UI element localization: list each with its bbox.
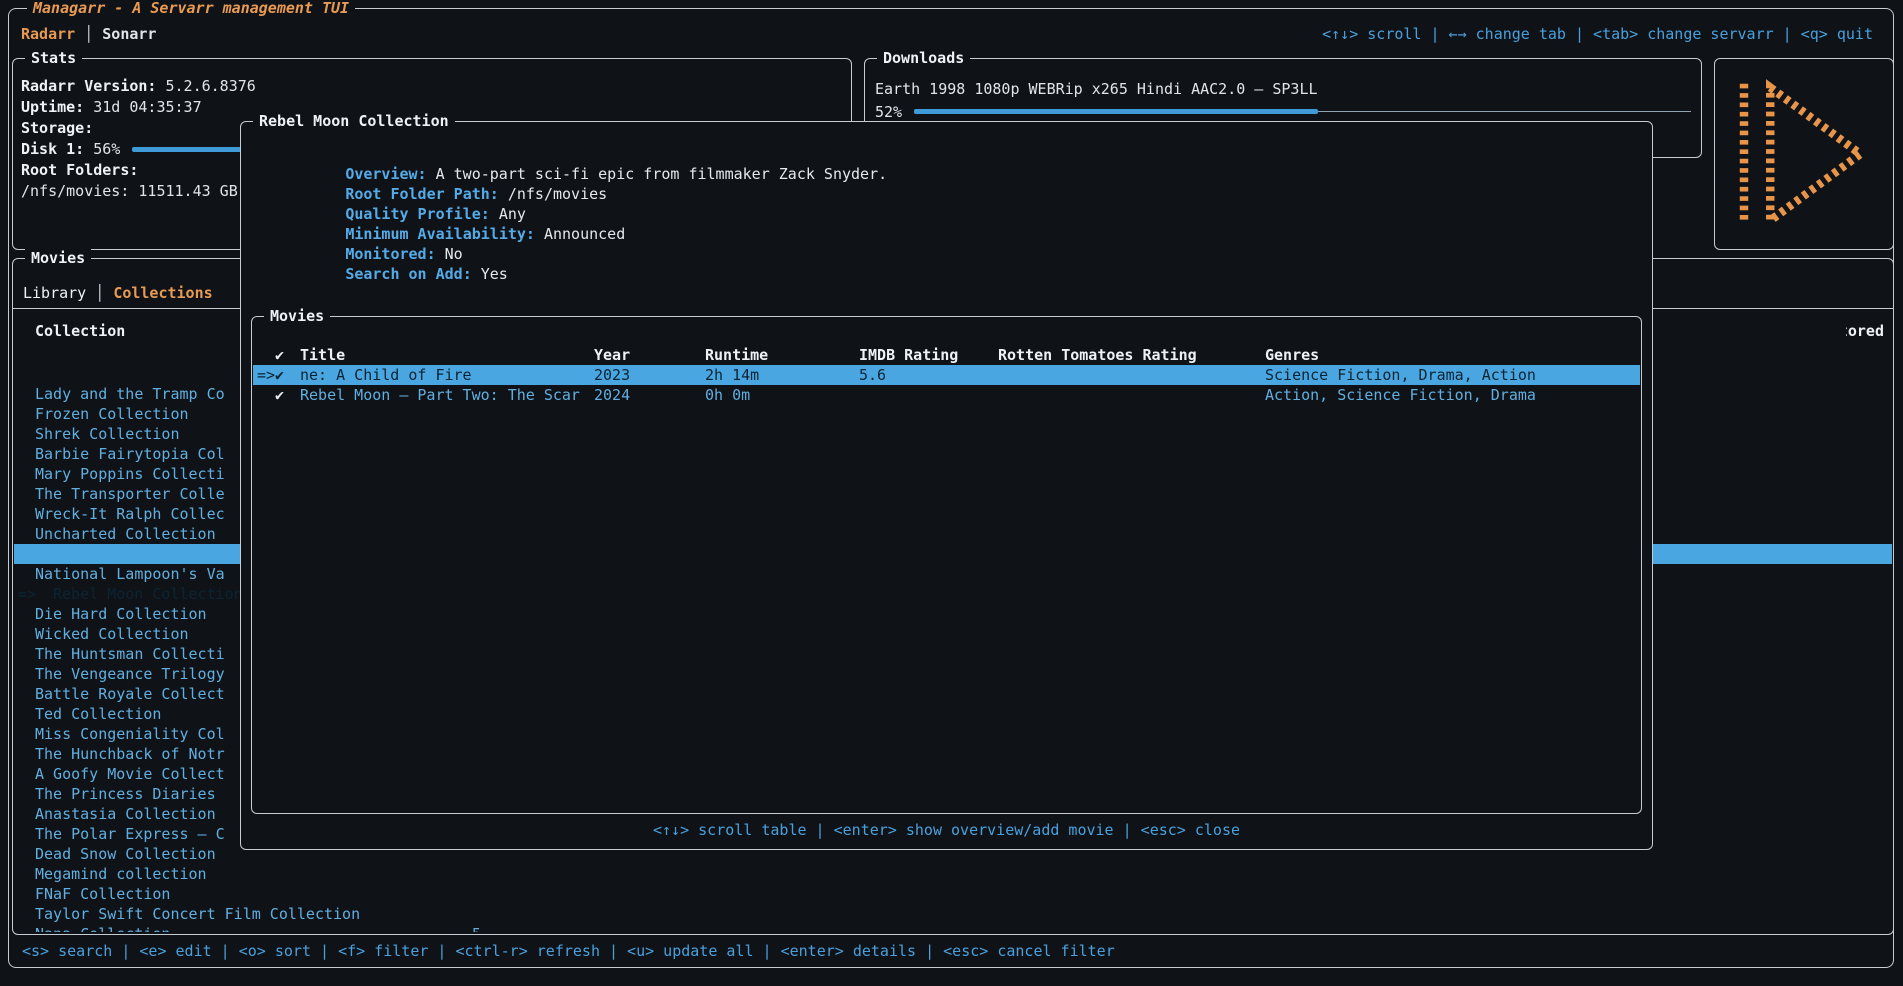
collection-movies-panel: Movies ✔ Title Year Runtime IMDB Rating …: [251, 316, 1642, 814]
detail-field-value: /nfs/movies: [508, 185, 607, 203]
download-progress-row: 52%: [875, 101, 1691, 122]
download-item-title: Earth 1998 1080p WEBRip x265 Hindi AAC2.…: [875, 79, 1691, 100]
movie-row[interactable]: => ✔ ne: A Child of Fire 2023 2h 14m 5.6…: [253, 365, 1640, 385]
download-percent-text: 52%: [875, 103, 902, 121]
selection-arrow: =>: [257, 365, 275, 385]
detail-field-value: Yes: [481, 265, 508, 283]
disk-spacer: [84, 139, 93, 160]
collection-movies-title: Movies: [264, 306, 330, 326]
movie-runtime: 0h 0m: [705, 385, 750, 405]
check-icon: ✔: [275, 345, 284, 365]
header-monitored: Monitored: [1846, 321, 1884, 341]
movie-imdb-rating: 5.6: [859, 365, 886, 385]
downloads-panel-title: Downloads: [877, 48, 970, 68]
detail-field-value: Any: [499, 205, 526, 223]
tab-collections[interactable]: Collections: [113, 283, 212, 304]
movie-title: ne: A Child of Fire: [300, 365, 472, 385]
detail-field-value: No: [445, 245, 463, 263]
movies-panel-title: Movies: [25, 248, 91, 268]
header-genres: Genres: [1265, 345, 1319, 365]
root-folders-label: Root Folders:: [21, 160, 138, 181]
disk-label: Disk 1:: [21, 139, 84, 160]
tab-library[interactable]: Library: [23, 283, 86, 304]
movie-year: 2023: [594, 365, 630, 385]
movie-genres: Science Fiction, Drama, Action: [1265, 365, 1536, 385]
version-label: Radarr Version:: [21, 76, 156, 97]
managarr-tui-screen: Managarr - A Servarr management TUI Rada…: [0, 0, 1903, 986]
movies-tab-separator: │: [86, 283, 113, 304]
movie-runtime: 2h 14m: [705, 365, 759, 385]
header-year: Year: [594, 345, 630, 365]
detail-field-value: A two-part sci-fi epic from filmmaker Za…: [436, 165, 888, 183]
check-icon: ✔: [275, 365, 284, 385]
detail-field-label: Minimum Availability:: [345, 225, 535, 243]
movies-table-header: ✔ Title Year Runtime IMDB Rating Rotten …: [253, 345, 1640, 365]
header-runtime: Runtime: [705, 345, 768, 365]
storage-label: Storage:: [21, 118, 93, 139]
uptime-label: Uptime:: [21, 97, 84, 118]
collection-detail-fields: Overview: A two-part sci-fi epic from fil…: [255, 144, 887, 264]
modal-title: Rebel Moon Collection: [253, 111, 455, 131]
root-folder-value: /nfs/movies: 11511.43 GB: [21, 181, 238, 202]
tab-separator2: [93, 24, 102, 45]
header-title: Title: [300, 345, 345, 365]
managarr-logo: [1729, 74, 1879, 234]
stats-version-line: Radarr Version: 5.2.6.8376: [21, 76, 843, 97]
version-value: 5.2.6.8376: [166, 76, 256, 97]
uptime-value: 31d 04:35:37: [93, 97, 201, 118]
detail-field-label: Root Folder Path:: [345, 185, 499, 203]
app-title: Managarr - A Servarr management TUI: [27, 0, 355, 18]
logo-panel: [1714, 58, 1894, 250]
version-spacer: [156, 76, 165, 97]
detail-field-label: Quality Profile:: [345, 205, 490, 223]
download-progress-gauge: [914, 109, 1691, 114]
collection-row[interactable]: => Miraculous Collection 2 /nfs/movies A…: [14, 904, 1892, 924]
footer-keybinding-help: <s> search | <e> edit | <o> sort | <f> f…: [22, 941, 1115, 961]
stats-panel-title: Stats: [25, 48, 82, 68]
detail-field-value: Announced: [544, 225, 625, 243]
global-keybinding-help: <↑↓> scroll | ←→ change tab | <tab> chan…: [1322, 24, 1873, 45]
collection-row[interactable]: => Taylor Swift Concert Film Collection …: [14, 864, 1892, 884]
modal-keybinding-help: <↑↓> scroll table | <enter> show overvie…: [241, 820, 1652, 840]
detail-field-label: Monitored:: [345, 245, 435, 263]
collection-row[interactable]: => Nana Collection 2 /nfs/movies Any Yes: [14, 884, 1892, 904]
collection-movie-count: 5: [472, 924, 481, 932]
tab-separator: [75, 24, 84, 45]
detail-field-label: Search on Add:: [345, 265, 471, 283]
movie-year: 2024: [594, 385, 630, 405]
header-rotten-tomatoes-rating: Rotten Tomatoes Rating: [998, 345, 1197, 365]
disk-percent-text: 56%: [93, 139, 120, 160]
header-collection: Collection: [35, 321, 125, 341]
collection-details-modal: Rebel Moon Collection Overview:A two-par…: [240, 121, 1653, 850]
detail-field-label: Overview:: [345, 165, 426, 183]
movie-genres: Action, Science Fiction, Drama: [1265, 385, 1536, 405]
tab-sonarr[interactable]: Sonarr: [102, 24, 156, 45]
download-gauge-fill: [914, 109, 1318, 114]
detail-field: Overview:A two-part sci-fi epic from fil…: [255, 144, 887, 164]
header-imdb-rating: IMDB Rating: [859, 345, 958, 365]
movies-tabs: Library │ Collections: [23, 283, 213, 304]
movie-row[interactable]: ✔ Rebel Moon – Part Two: The Scar 2024 0…: [253, 385, 1640, 405]
uptime-spacer: [84, 97, 93, 118]
check-icon: ✔: [275, 385, 284, 405]
tab-radarr[interactable]: Radarr: [21, 24, 75, 45]
tab-separator-bar: │: [84, 24, 93, 45]
servarr-tabs: Radarr │ Sonarr: [21, 24, 156, 45]
movie-title: Rebel Moon – Part Two: The Scar: [300, 385, 580, 405]
